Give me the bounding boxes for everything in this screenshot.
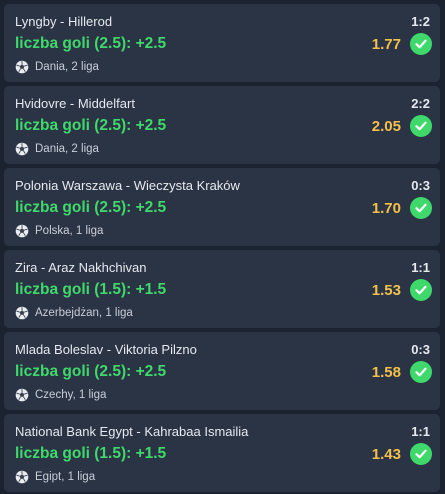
bet-card[interactable]: Zira - Araz Nakhchivan 1:1 liczba goli (… [4, 250, 440, 328]
bet-pick: liczba goli (1.5): +1.5 [15, 445, 167, 462]
league-label: Egipt, 1 liga [35, 471, 96, 483]
league-info: Dania, 2 liga [15, 142, 99, 156]
bet-odds: 1.70 [371, 200, 401, 217]
bet-odds: 2.05 [371, 118, 401, 135]
football-icon [15, 224, 29, 238]
bet-pick: liczba goli (2.5): +2.5 [15, 199, 167, 216]
check-circle-icon [410, 197, 432, 219]
bet-card[interactable]: National Bank Egypt - Kahrabaa Ismailia … [4, 414, 440, 492]
league-info: Polska, 1 liga [15, 224, 103, 238]
league-info: Egipt, 1 liga [15, 470, 95, 484]
football-icon [15, 60, 29, 74]
bet-pick: liczba goli (2.5): +2.5 [15, 35, 167, 52]
bet-pick: liczba goli (2.5): +2.5 [15, 117, 167, 134]
check-circle-icon [410, 443, 432, 465]
match-score: 1:2 [411, 14, 430, 29]
check-circle-icon [410, 361, 432, 383]
check-circle-icon [410, 115, 432, 137]
match-teams: Mlada Boleslav - Viktoria Pilzno [15, 342, 197, 357]
match-score: 1:1 [411, 260, 430, 275]
league-label: Dania, 2 liga [35, 61, 99, 73]
bet-card[interactable]: Mlada Boleslav - Viktoria Pilzno 0:3 lic… [4, 332, 440, 410]
bet-card[interactable]: Hvidovre - Middelfart 2:2 liczba goli (2… [4, 86, 440, 164]
match-teams: National Bank Egypt - Kahrabaa Ismailia [15, 424, 249, 439]
bet-odds: 1.53 [371, 282, 401, 299]
match-teams: Hvidovre - Middelfart [15, 96, 135, 111]
match-score: 0:3 [411, 342, 430, 357]
bet-list: Lyngby - Hillerod 1:2 liczba goli (2.5):… [0, 0, 445, 494]
match-score: 2:2 [411, 96, 430, 111]
league-info: Azerbejdżan, 1 liga [15, 306, 133, 320]
league-label: Czechy, 1 liga [35, 389, 107, 401]
match-teams: Polonia Warszawa - Wieczysta Kraków [15, 178, 240, 193]
match-score: 0:3 [411, 178, 430, 193]
check-circle-icon [410, 33, 432, 55]
league-label: Azerbejdżan, 1 liga [35, 307, 133, 319]
football-icon [15, 142, 29, 156]
league-label: Dania, 2 liga [35, 143, 99, 155]
football-icon [15, 470, 29, 484]
bet-pick: liczba goli (2.5): +2.5 [15, 363, 167, 380]
league-label: Polska, 1 liga [35, 225, 104, 237]
bet-odds: 1.43 [371, 446, 401, 463]
football-icon [15, 306, 29, 320]
match-teams: Lyngby - Hillerod [15, 14, 113, 29]
match-teams: Zira - Araz Nakhchivan [15, 260, 147, 275]
bet-odds: 1.58 [371, 364, 401, 381]
league-info: Czechy, 1 liga [15, 388, 106, 402]
league-info: Dania, 2 liga [15, 60, 99, 74]
bet-card[interactable]: Polonia Warszawa - Wieczysta Kraków 0:3 … [4, 168, 440, 246]
bet-card[interactable]: Lyngby - Hillerod 1:2 liczba goli (2.5):… [4, 4, 440, 82]
bet-pick: liczba goli (1.5): +1.5 [15, 281, 167, 298]
football-icon [15, 388, 29, 402]
bet-odds: 1.77 [371, 36, 401, 53]
check-circle-icon [410, 279, 432, 301]
match-score: 1:1 [411, 424, 430, 439]
